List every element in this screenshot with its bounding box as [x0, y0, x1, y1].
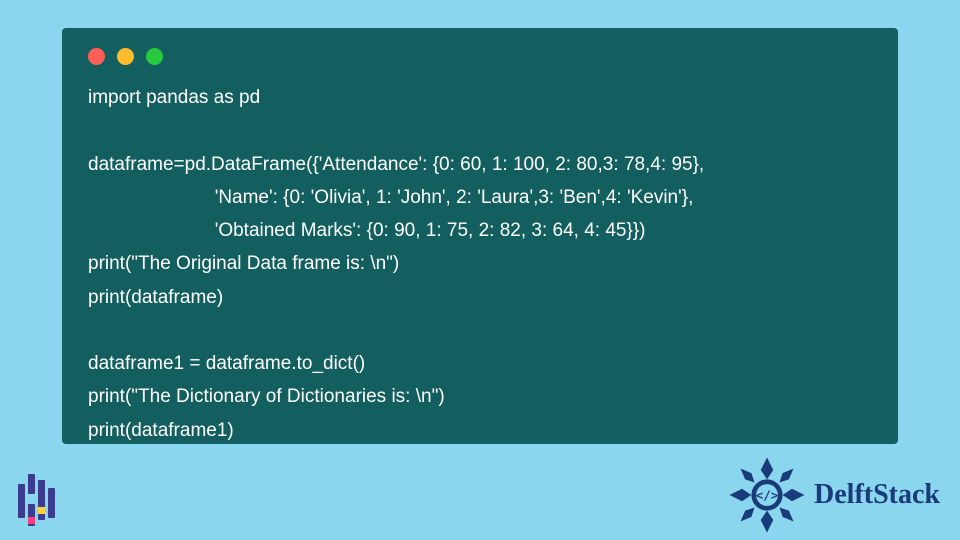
logo-left-icon [14, 474, 62, 526]
macos-title-bar [88, 48, 872, 65]
ornament-icon: </> [728, 456, 806, 534]
svg-text:</>: </> [756, 488, 779, 503]
code-window: import pandas as pd dataframe=pd.DataFra… [62, 28, 898, 444]
maximize-icon [146, 48, 163, 65]
close-icon [88, 48, 105, 65]
code-block: import pandas as pd dataframe=pd.DataFra… [88, 81, 872, 447]
minimize-icon [117, 48, 134, 65]
brand-logo: </> DelftStack [728, 456, 940, 534]
brand-name: DelftStack [814, 479, 940, 511]
